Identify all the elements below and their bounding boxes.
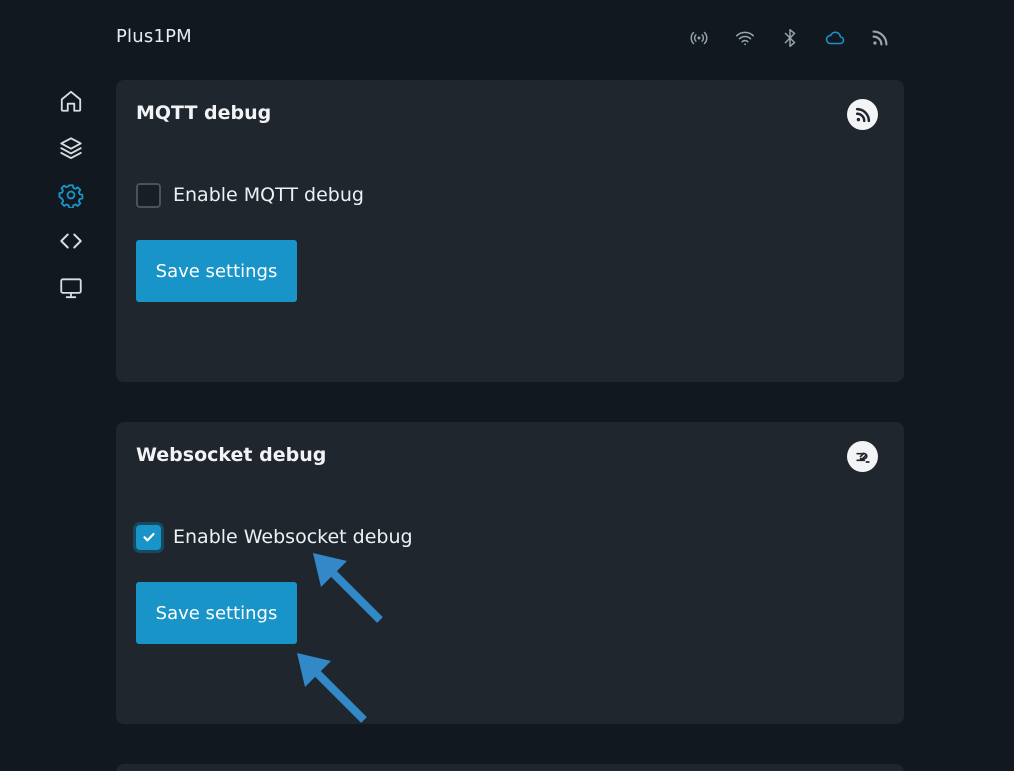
mqtt-debug-checkbox[interactable] xyxy=(136,182,161,208)
nav-system[interactable] xyxy=(58,275,84,301)
annotation-arrow-checkbox xyxy=(313,553,383,623)
rss-feed-icon xyxy=(847,99,878,130)
mqtt-debug-card: MQTT debug Enable MQTT debug Save settin… xyxy=(116,80,904,382)
next-card-partial xyxy=(116,764,904,771)
bluetooth-icon xyxy=(779,27,803,51)
signal-broadcast-icon xyxy=(688,27,712,51)
home-icon xyxy=(58,88,84,114)
nav-settings[interactable] xyxy=(58,182,84,208)
cloud-icon xyxy=(824,27,848,51)
nav-components[interactable] xyxy=(58,135,84,161)
monitor-icon xyxy=(58,275,84,301)
wifi-icon xyxy=(734,27,758,51)
layers-icon xyxy=(58,135,84,161)
device-name: Plus1PM xyxy=(116,26,192,47)
card-title: MQTT debug xyxy=(136,102,272,124)
checkbox-label: Enable MQTT debug xyxy=(173,184,364,206)
nav-scripts[interactable] xyxy=(58,228,84,254)
rss-feed-icon xyxy=(869,27,893,51)
app-root: Plus1PM MQTT debug Enable MQTT debug Sav… xyxy=(0,0,1014,771)
card-title: Websocket debug xyxy=(136,444,327,466)
annotation-arrow-save-button xyxy=(297,653,367,723)
mqtt-debug-toggle[interactable]: Enable MQTT debug xyxy=(136,182,364,208)
websocket-save-button[interactable]: Save settings xyxy=(136,582,297,644)
checkmark-icon xyxy=(142,532,155,542)
gear-icon xyxy=(58,182,84,208)
nav-home[interactable] xyxy=(58,88,84,114)
code-icon xyxy=(58,228,84,254)
websocket-debug-checkbox[interactable] xyxy=(136,524,161,550)
websocket-debug-card: Websocket debug Enable Websocket debug S… xyxy=(116,422,904,724)
websocket-icon xyxy=(847,441,878,472)
mqtt-save-button[interactable]: Save settings xyxy=(136,240,297,302)
